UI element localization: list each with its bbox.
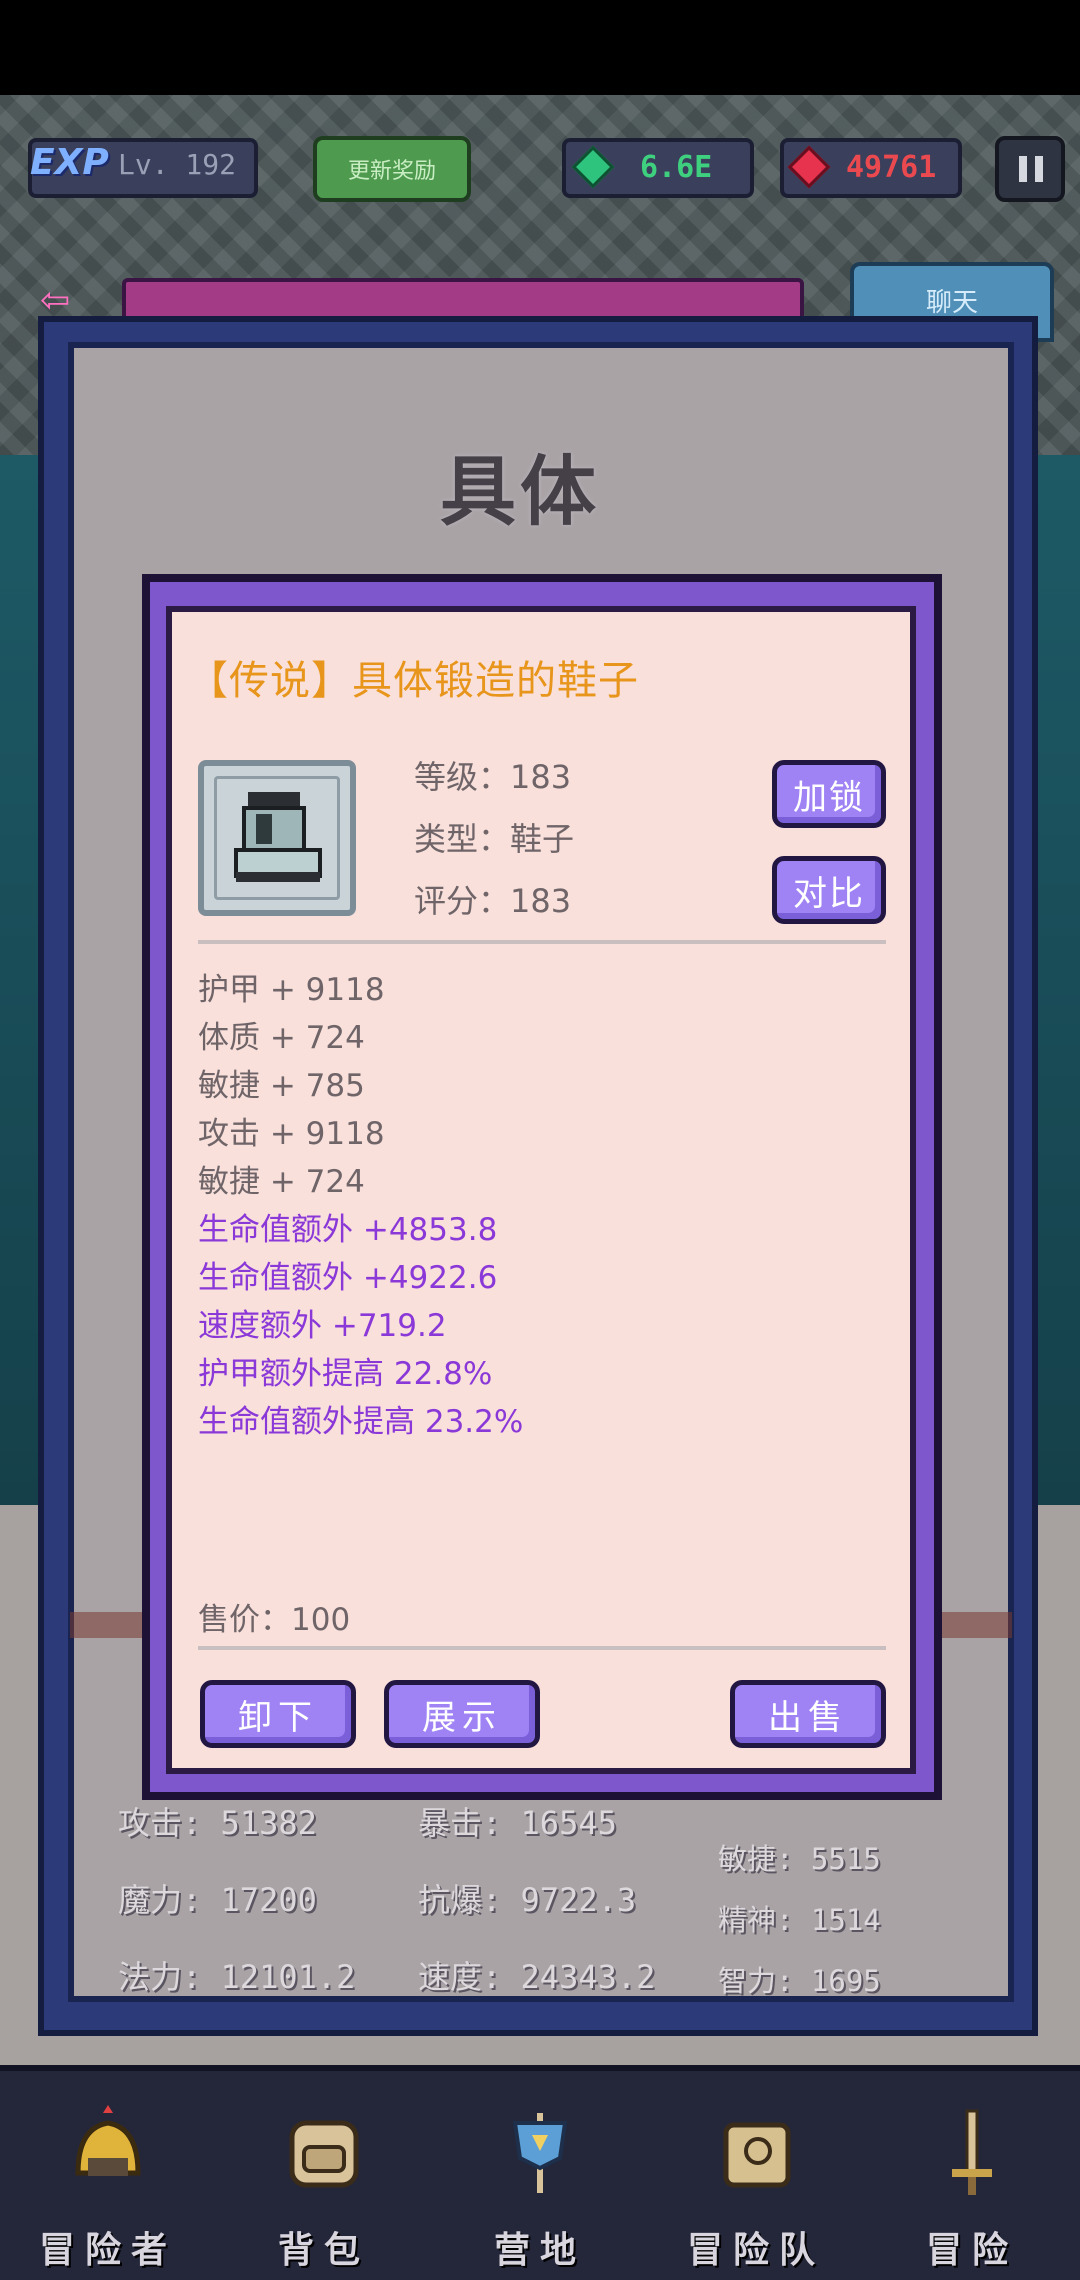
boot-icon: [226, 784, 326, 892]
nav-backpack[interactable]: 背包: [216, 2071, 432, 2280]
stat-crit: 暴击: 16545: [418, 1804, 617, 1842]
bonus-stat: 生命值额外提高 23.2%: [198, 1404, 524, 1440]
base-stat: 敏捷 + 785: [198, 1068, 365, 1104]
stat-speed: 速度: 24343.2: [418, 1958, 656, 1996]
backpack-icon: [274, 2103, 374, 2203]
stat-intelligence: 智力: 1695: [718, 1964, 881, 1998]
stat-spirit: 精神: 1514: [718, 1903, 881, 1937]
bonus-stat: 护甲额外提高 22.8%: [198, 1356, 493, 1392]
sell-price: 售价：100: [198, 1602, 351, 1638]
base-stat: 攻击 + 9118: [198, 1116, 385, 1152]
nav-label-backpack: 背包: [277, 2230, 370, 2271]
bonus-stat: 生命值额外 +4853.8: [198, 1212, 498, 1248]
stat-mana: 法力: 12101.2: [118, 1958, 356, 1996]
sell-button[interactable]: 出售: [730, 1680, 886, 1748]
item-type: 类型：鞋子: [414, 820, 575, 858]
nav-label-adventurer: 冒险者: [38, 2230, 177, 2271]
nav-adventure[interactable]: 冒险: [864, 2071, 1080, 2280]
compare-button[interactable]: 对比: [772, 856, 886, 924]
base-stat: 敏捷 + 724: [198, 1164, 365, 1200]
item-score: 评分：183: [414, 882, 572, 920]
bonus-stat: 速度额外 +719.2: [198, 1308, 447, 1344]
show-button[interactable]: 展示: [384, 1680, 540, 1748]
stat-crit-resist: 抗爆: 9722.3: [418, 1881, 637, 1919]
nav-label-adventure: 冒险: [925, 2230, 1018, 2271]
unequip-button[interactable]: 卸下: [200, 1680, 356, 1748]
lock-button[interactable]: 加锁: [772, 760, 886, 828]
item-title: 【传说】具体锻造的鞋子: [188, 658, 639, 704]
team-book-icon: [706, 2103, 806, 2203]
stat-attack: 攻击: 51382: [118, 1804, 317, 1842]
bottom-nav: 冒险者 背包 营地 冒险队 冒险: [0, 2065, 1080, 2280]
base-stat: 体质 + 724: [198, 1020, 365, 1056]
nav-camp[interactable]: 营地: [432, 2071, 648, 2280]
adventurer-helmet-icon: [58, 2103, 158, 2203]
sword-icon: [922, 2103, 1022, 2203]
nav-adventurer[interactable]: 冒险者: [0, 2071, 216, 2280]
nav-label-team: 冒险队: [686, 2230, 825, 2271]
nav-label-camp: 营地: [493, 2230, 586, 2271]
base-stat: 护甲 + 9118: [198, 972, 385, 1008]
nav-team[interactable]: 冒险队: [648, 2071, 864, 2280]
stat-magic: 魔力: 17200: [118, 1881, 317, 1919]
divider: [198, 940, 886, 944]
stat-agility: 敏捷: 5515: [718, 1842, 881, 1876]
camp-banner-icon: [490, 2103, 590, 2203]
bonus-stat: 生命值额外 +4922.6: [198, 1260, 498, 1296]
divider: [198, 1646, 886, 1650]
item-level: 等级：183: [414, 758, 572, 796]
